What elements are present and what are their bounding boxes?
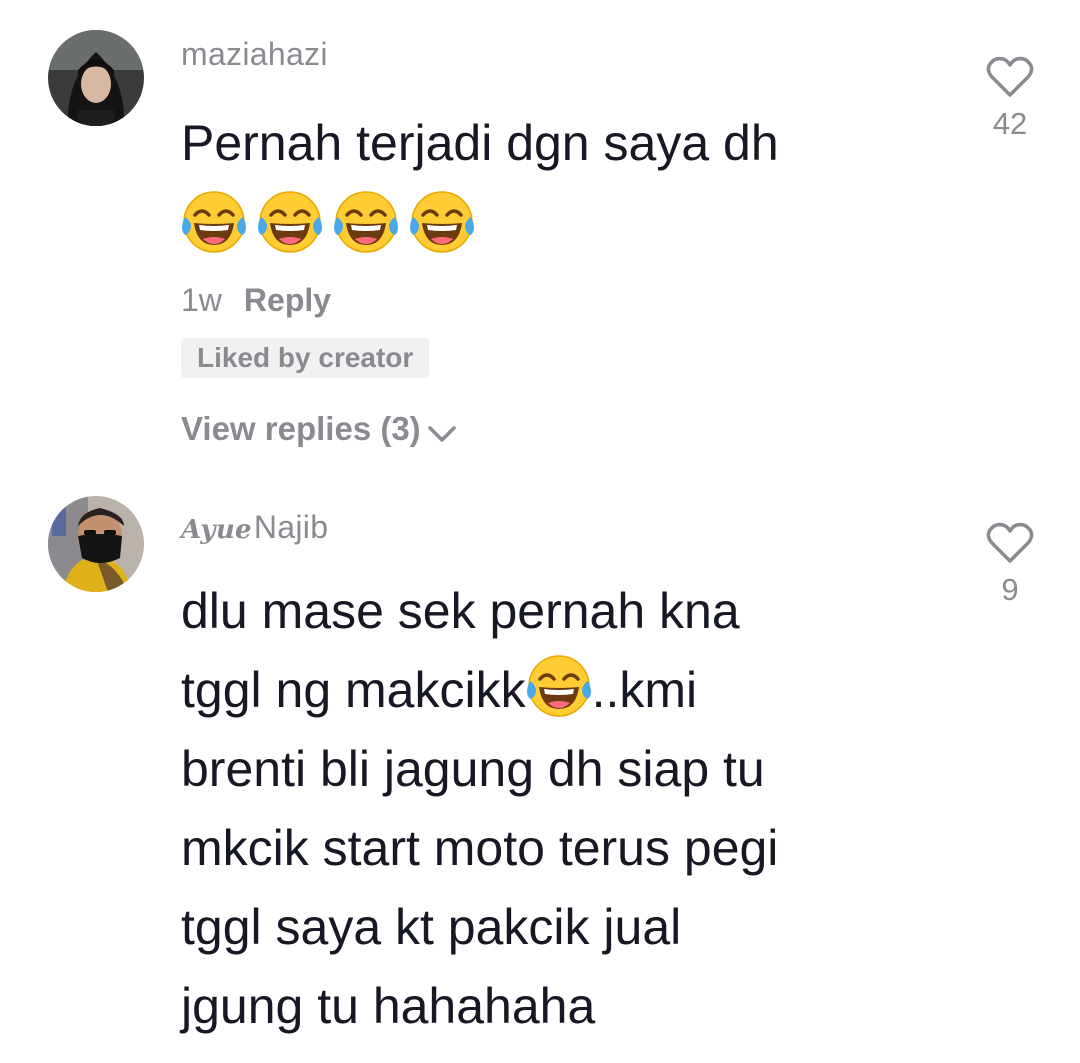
chevron-down-icon (427, 426, 456, 442)
like-count: 9 (1001, 572, 1019, 607)
comment-text-line: ..kmi (591, 662, 698, 718)
comment-text: dlu mase sek pernah kna tggl ng makcikk.… (181, 572, 941, 1046)
comment-meta: 1w Reply (181, 282, 331, 319)
like-button[interactable]: 42 (970, 56, 1050, 142)
like-button[interactable]: 9 (970, 522, 1050, 608)
comment-text: Pernah terjadi dgn saya dh (181, 104, 941, 183)
liked-by-creator-badge: Liked by creator (181, 338, 430, 378)
reply-button[interactable]: Reply (244, 282, 331, 318)
tears-of-joy-emoji-icon (257, 190, 323, 254)
comment-text-line: dlu mase sek pernah kna (181, 583, 740, 639)
tears-of-joy-emoji-icon (409, 190, 475, 254)
like-count: 42 (992, 106, 1028, 141)
heart-outline-icon (986, 56, 1034, 97)
emoji-row (181, 189, 485, 255)
heart-outline-icon (986, 522, 1034, 563)
comment-text-body: Pernah terjadi dgn saya dh (181, 115, 779, 171)
comment-text-rest: brenti bli jagung dh siap tu mkcik start… (181, 741, 779, 1034)
username-script: Ayue (181, 515, 252, 545)
comment-username[interactable]: maziahazi (181, 36, 328, 73)
username-name: Najib (253, 509, 329, 545)
comment-time: 1w (181, 282, 222, 318)
comment-text-line: tggl ng makcikk (181, 662, 526, 718)
tears-of-joy-emoji-icon (333, 190, 399, 254)
avatar[interactable] (48, 496, 144, 592)
avatar[interactable] (48, 30, 144, 126)
view-replies-label: View replies (3) (181, 410, 421, 447)
comment-username[interactable]: AyueNajib (181, 509, 328, 546)
tears-of-joy-emoji-icon (181, 190, 247, 254)
tears-of-joy-emoji-icon (525, 654, 592, 718)
view-replies-button[interactable]: View replies (3) (181, 410, 457, 448)
